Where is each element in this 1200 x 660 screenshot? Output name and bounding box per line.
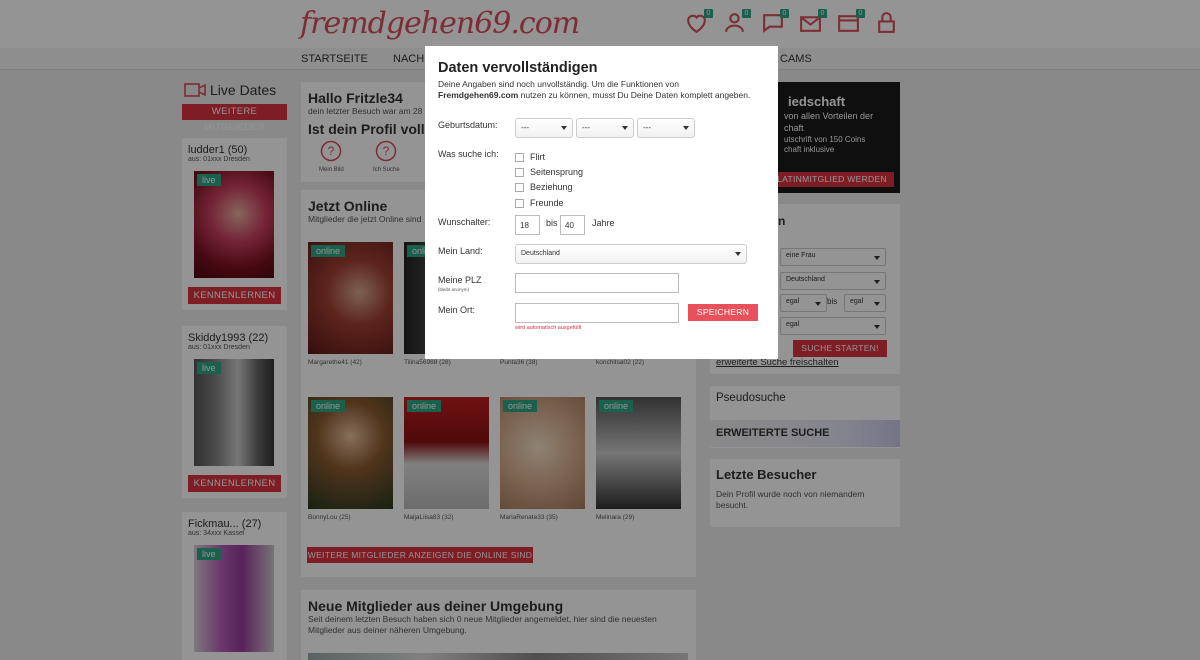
age-unit-label: Jahre [592, 218, 615, 228]
age-bis-label: bis [546, 218, 558, 228]
birth-day-select[interactable]: --- [515, 118, 573, 138]
seitensprung-checkbox[interactable] [515, 167, 524, 177]
dialog-title: Daten vervollständigen [438, 60, 598, 76]
search-for-label: Was suche ich: [438, 149, 499, 159]
flirt-label: Flirt [530, 152, 545, 162]
complete-profile-dialog: Daten vervollständigen Deine Angaben sin… [425, 46, 778, 359]
option-seitensprung[interactable]: Seitensprung [515, 167, 583, 177]
age-label: Wunschalter: [438, 217, 491, 227]
country-select[interactable]: Deutschland [515, 244, 747, 264]
freunde-label: Freunde [530, 198, 564, 208]
page: fremdgehen69.com 0 0 0 0 0 STARTSEITE NA… [0, 0, 1200, 660]
city-hint: wird automatisch ausgefüllt [515, 325, 582, 331]
seitensprung-label: Seitensprung [530, 167, 584, 177]
dialog-intro: Deine Angaben sind noch unvollständig. U… [438, 79, 765, 100]
flirt-checkbox[interactable] [515, 152, 524, 162]
country-label: Mein Land: [438, 246, 483, 256]
beziehung-checkbox[interactable] [515, 182, 524, 192]
option-flirt[interactable]: Flirt [515, 152, 545, 162]
plz-label: Meine PLZ [438, 275, 482, 285]
birth-year-select[interactable]: --- [637, 118, 695, 138]
city-label: Mein Ort: [438, 305, 476, 315]
intro-text-a: Deine Angaben sind noch unvollständig. U… [438, 79, 679, 89]
save-button[interactable]: SPEICHERN [688, 304, 758, 321]
age-to-input[interactable]: 40 [560, 215, 585, 235]
option-freunde[interactable]: Freunde [515, 198, 564, 208]
intro-text-b: nutzen zu können, musst Du Deine Daten k… [518, 89, 751, 100]
birth-month-select[interactable]: --- [576, 118, 634, 138]
age-from-input[interactable]: 18 [515, 215, 540, 235]
plz-input[interactable] [515, 273, 679, 293]
city-input[interactable] [515, 303, 679, 323]
option-beziehung[interactable]: Beziehung [515, 182, 573, 192]
intro-brand: Fremdgehen69.com [438, 89, 519, 100]
beziehung-label: Beziehung [530, 182, 573, 192]
plz-hint: (bleibt anonym) [438, 287, 470, 292]
birthdate-label: Geburtsdatum: [438, 120, 498, 130]
freunde-checkbox[interactable] [515, 198, 524, 208]
